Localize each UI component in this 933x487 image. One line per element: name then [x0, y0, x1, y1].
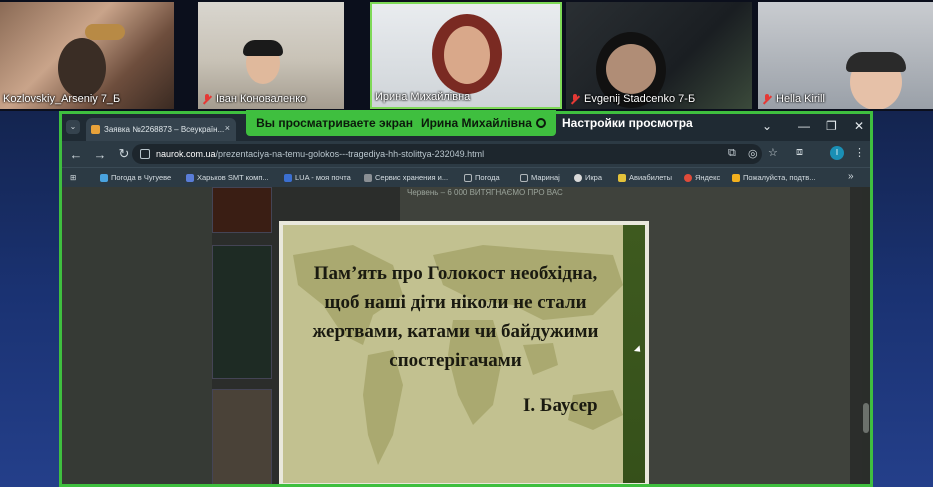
tab-search-icon[interactable]: ⌄ — [66, 120, 80, 134]
profile-avatar[interactable]: I — [830, 146, 844, 160]
warning-favicon-icon — [732, 173, 740, 182]
bookmark-item[interactable]: Пожалуйста, подтв... — [732, 173, 816, 182]
participant-name-label: Іван Коноваленко — [216, 93, 307, 105]
quote-line: Пам’ять про Голокост необхідна, — [313, 263, 598, 284]
participant-name: Ирина Михайлівна — [375, 91, 470, 103]
slide-thumbnail[interactable] — [212, 187, 272, 233]
hide-eye-icon[interactable]: ◎ — [748, 147, 758, 160]
participant-name-label: Evgenij Stadcenko 7-Б — [584, 93, 696, 105]
participant-name-label: Ирина Михайлівна — [375, 91, 471, 103]
quote-line: щоб наші діти ніколи не стали — [324, 292, 587, 313]
close-icon[interactable]: ✕ — [854, 119, 864, 133]
participant-video — [243, 40, 283, 56]
participant-name: Evgenij Stadcenko 7-Б — [569, 93, 695, 105]
participant-name: Hella Kirill — [761, 93, 825, 105]
page-text: Червень – 6 000 ВИТЯГНАЄМО ПРО ВАС — [407, 188, 563, 197]
participant-name-label: Hella Kirill — [776, 93, 825, 105]
slide-thumbnail[interactable] — [212, 389, 272, 484]
bookmark-item[interactable]: Сервис хранения и... — [364, 173, 448, 182]
page-scrollbar[interactable] — [862, 187, 870, 484]
screen-share-banner: Вы просматриваете экран Ирина Михайлівна — [246, 110, 556, 136]
cast-icon[interactable]: ⧉ — [728, 147, 736, 160]
mic-muted-icon — [761, 93, 773, 105]
chevron-down-icon[interactable]: ⌄ — [762, 119, 772, 133]
participant-tile[interactable]: Іван Коноваленко — [198, 2, 344, 109]
bookmark-item[interactable]: Харьков SMT комп... — [186, 173, 269, 182]
address-bar[interactable]: naurok.com.ua /prezentaciya-na-temu-golo… — [132, 144, 778, 164]
presentation-slide: Пам’ять про Голокост необхідна, щоб наші… — [279, 221, 649, 484]
bookmark-folder[interactable]: Маринаj — [520, 173, 560, 182]
plane-icon — [618, 173, 626, 182]
participant-name: Kozlovskiy_Arseniy 7_Б — [3, 93, 120, 105]
quote-line: жертвами, катами чи байдужими — [312, 321, 599, 342]
bookmark-folder[interactable]: Погода — [464, 173, 500, 182]
mic-muted-icon — [569, 93, 581, 105]
participant-name: Іван Коноваленко — [201, 93, 306, 105]
view-settings-button[interactable]: Настройки просмотра — [562, 116, 693, 130]
url-host: naurok.com.ua — [156, 149, 216, 159]
participant-strip: Kozlovskiy_Arseniy 7_Б Іван Коноваленко … — [0, 0, 933, 111]
slide-quote: Пам’ять про Голокост необхідна, щоб наші… — [283, 259, 628, 375]
participant-video — [846, 52, 906, 72]
participant-video — [444, 26, 490, 84]
forward-arrow-icon[interactable]: → — [88, 147, 112, 162]
participant-tile[interactable]: Kozlovskiy_Arseniy 7_Б — [0, 2, 174, 109]
participant-video — [85, 24, 125, 40]
participant-tile[interactable]: Evgenij Stadcenko 7-Б — [566, 2, 752, 109]
mic-muted-icon — [201, 93, 213, 105]
bookmark-item[interactable]: Авиабилеты — [618, 173, 672, 182]
pin-icon — [535, 118, 546, 128]
tab-close-icon[interactable]: × — [225, 123, 230, 133]
site-info-icon[interactable] — [140, 149, 150, 159]
browser-tab[interactable]: Заявка №2268873 – Всеукраїн... × — [86, 118, 236, 141]
menu-kebab-icon[interactable]: ⋮ — [854, 146, 865, 159]
extensions-icon[interactable]: ⧈ — [796, 146, 803, 159]
bookmarks-more-icon[interactable]: » — [848, 171, 854, 182]
participant-tile[interactable]: Hella Kirill — [758, 2, 933, 109]
mail-favicon-icon — [284, 173, 292, 182]
site-favicon-icon — [186, 173, 194, 182]
participant-name-label: Kozlovskiy_Arseniy 7_Б — [3, 93, 121, 105]
globe-icon — [574, 173, 582, 182]
cloud-icon — [100, 173, 108, 182]
shared-screen: ⌄ Заявка №2268873 – Всеукраїн... × ⌄ — ❐… — [59, 111, 873, 487]
bookmark-item[interactable]: Икра — [574, 173, 602, 182]
tab-title: Заявка №2268873 – Всеукраїн... — [104, 125, 225, 134]
apps-grid-icon[interactable]: ⊞ — [70, 173, 76, 182]
maximize-icon[interactable]: ❐ — [826, 119, 837, 133]
quote-author: І. Баусер — [523, 395, 598, 416]
participant-video — [606, 44, 656, 94]
share-banner-text: Вы просматриваете экран — [256, 116, 413, 130]
star-bookmark-icon[interactable]: ☆ — [768, 146, 778, 159]
back-arrow-icon[interactable]: ← — [64, 147, 88, 162]
slide-thumbnail[interactable] — [212, 245, 272, 379]
url-path: /prezentaciya-na-temu-golokos---tragediy… — [215, 149, 485, 159]
participant-video — [58, 38, 106, 98]
minimize-icon[interactable]: — — [798, 119, 810, 133]
bookmark-item[interactable]: Яндекс — [684, 173, 720, 182]
folder-icon — [464, 173, 472, 182]
bookmark-item[interactable]: Погода в Чугуеве — [100, 173, 171, 182]
bookmark-item[interactable]: LUA - моя почта — [284, 173, 351, 182]
yandex-icon — [684, 173, 692, 182]
presenter-name: Ирина Михайлівна — [420, 116, 532, 130]
quote-line: спостерігачами — [389, 350, 522, 371]
participant-tile-active-speaker[interactable]: Ирина Михайлівна — [370, 2, 562, 109]
page-left-column — [62, 187, 212, 484]
folder-icon — [520, 173, 528, 182]
scrollbar-thumb[interactable] — [863, 403, 869, 433]
bookmarks-bar: ⊞ Погода в Чугуеве Харьков SMT комп... L… — [62, 167, 870, 187]
browser-toolbar: ← → ↻ naurok.com.ua /prezentaciya-na-tem… — [62, 141, 870, 167]
storage-favicon-icon — [364, 173, 372, 182]
